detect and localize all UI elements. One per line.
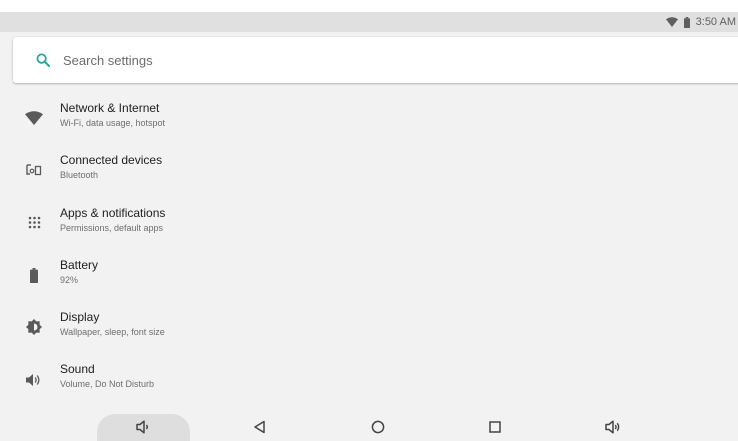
- wifi-icon: [665, 17, 678, 27]
- item-summary: 92%: [60, 274, 79, 285]
- settings-item-connected-devices[interactable]: Connected devices Bluetooth: [0, 144, 738, 196]
- wifi-icon: [24, 108, 44, 128]
- item-title: Apps & notifications: [60, 205, 166, 220]
- item-summary: Wi-Fi, data usage, hotspot: [60, 118, 166, 128]
- search-icon[interactable]: [33, 50, 53, 70]
- volume-down-icon[interactable]: [134, 418, 152, 436]
- home-icon[interactable]: [369, 418, 387, 436]
- search-bar[interactable]: Search settings: [13, 37, 738, 83]
- volume-icon: [24, 370, 44, 390]
- back-icon[interactable]: [251, 418, 269, 436]
- navigation-bar: [0, 412, 738, 441]
- search-input[interactable]: Search settings: [63, 53, 153, 68]
- battery-icon: [24, 265, 44, 285]
- apps-grid-icon: [24, 213, 44, 233]
- item-title: Sound: [60, 362, 95, 377]
- settings-item-sound[interactable]: Sound Volume, Do Not Disturb: [0, 353, 738, 405]
- settings-item-network[interactable]: Network & Internet Wi-Fi, data usage, ho…: [0, 92, 738, 144]
- settings-item-battery[interactable]: Battery 92%: [0, 249, 738, 301]
- status-time: 3:50 AM: [695, 16, 736, 28]
- status-bar: 3:50 AM: [0, 12, 738, 32]
- item-title: Battery: [60, 257, 99, 272]
- settings-item-display[interactable]: Display Wallpaper, sleep, font size: [0, 301, 738, 353]
- recents-icon[interactable]: [486, 418, 504, 436]
- settings-screen: 3:50 AM Search settings Network & Intern…: [0, 12, 738, 441]
- item-title: Network & Internet: [60, 101, 160, 115]
- connected-devices-icon: [24, 160, 44, 180]
- settings-list: Network & Internet Wi-Fi, data usage, ho…: [0, 92, 738, 406]
- settings-item-apps[interactable]: Apps & notifications Permissions, defaul…: [0, 197, 738, 249]
- volume-up-icon[interactable]: [604, 418, 622, 436]
- item-summary: Volume, Do Not Disturb: [60, 379, 155, 390]
- item-summary: Bluetooth: [60, 170, 99, 181]
- brightness-icon: [24, 317, 44, 337]
- status-icons: 3:50 AM: [665, 12, 738, 32]
- item-summary: Wallpaper, sleep, font size: [60, 327, 165, 338]
- item-title: Connected devices: [60, 153, 163, 168]
- battery-icon: [683, 16, 690, 28]
- item-title: Display: [60, 310, 100, 325]
- item-summary: Permissions, default apps: [60, 222, 164, 233]
